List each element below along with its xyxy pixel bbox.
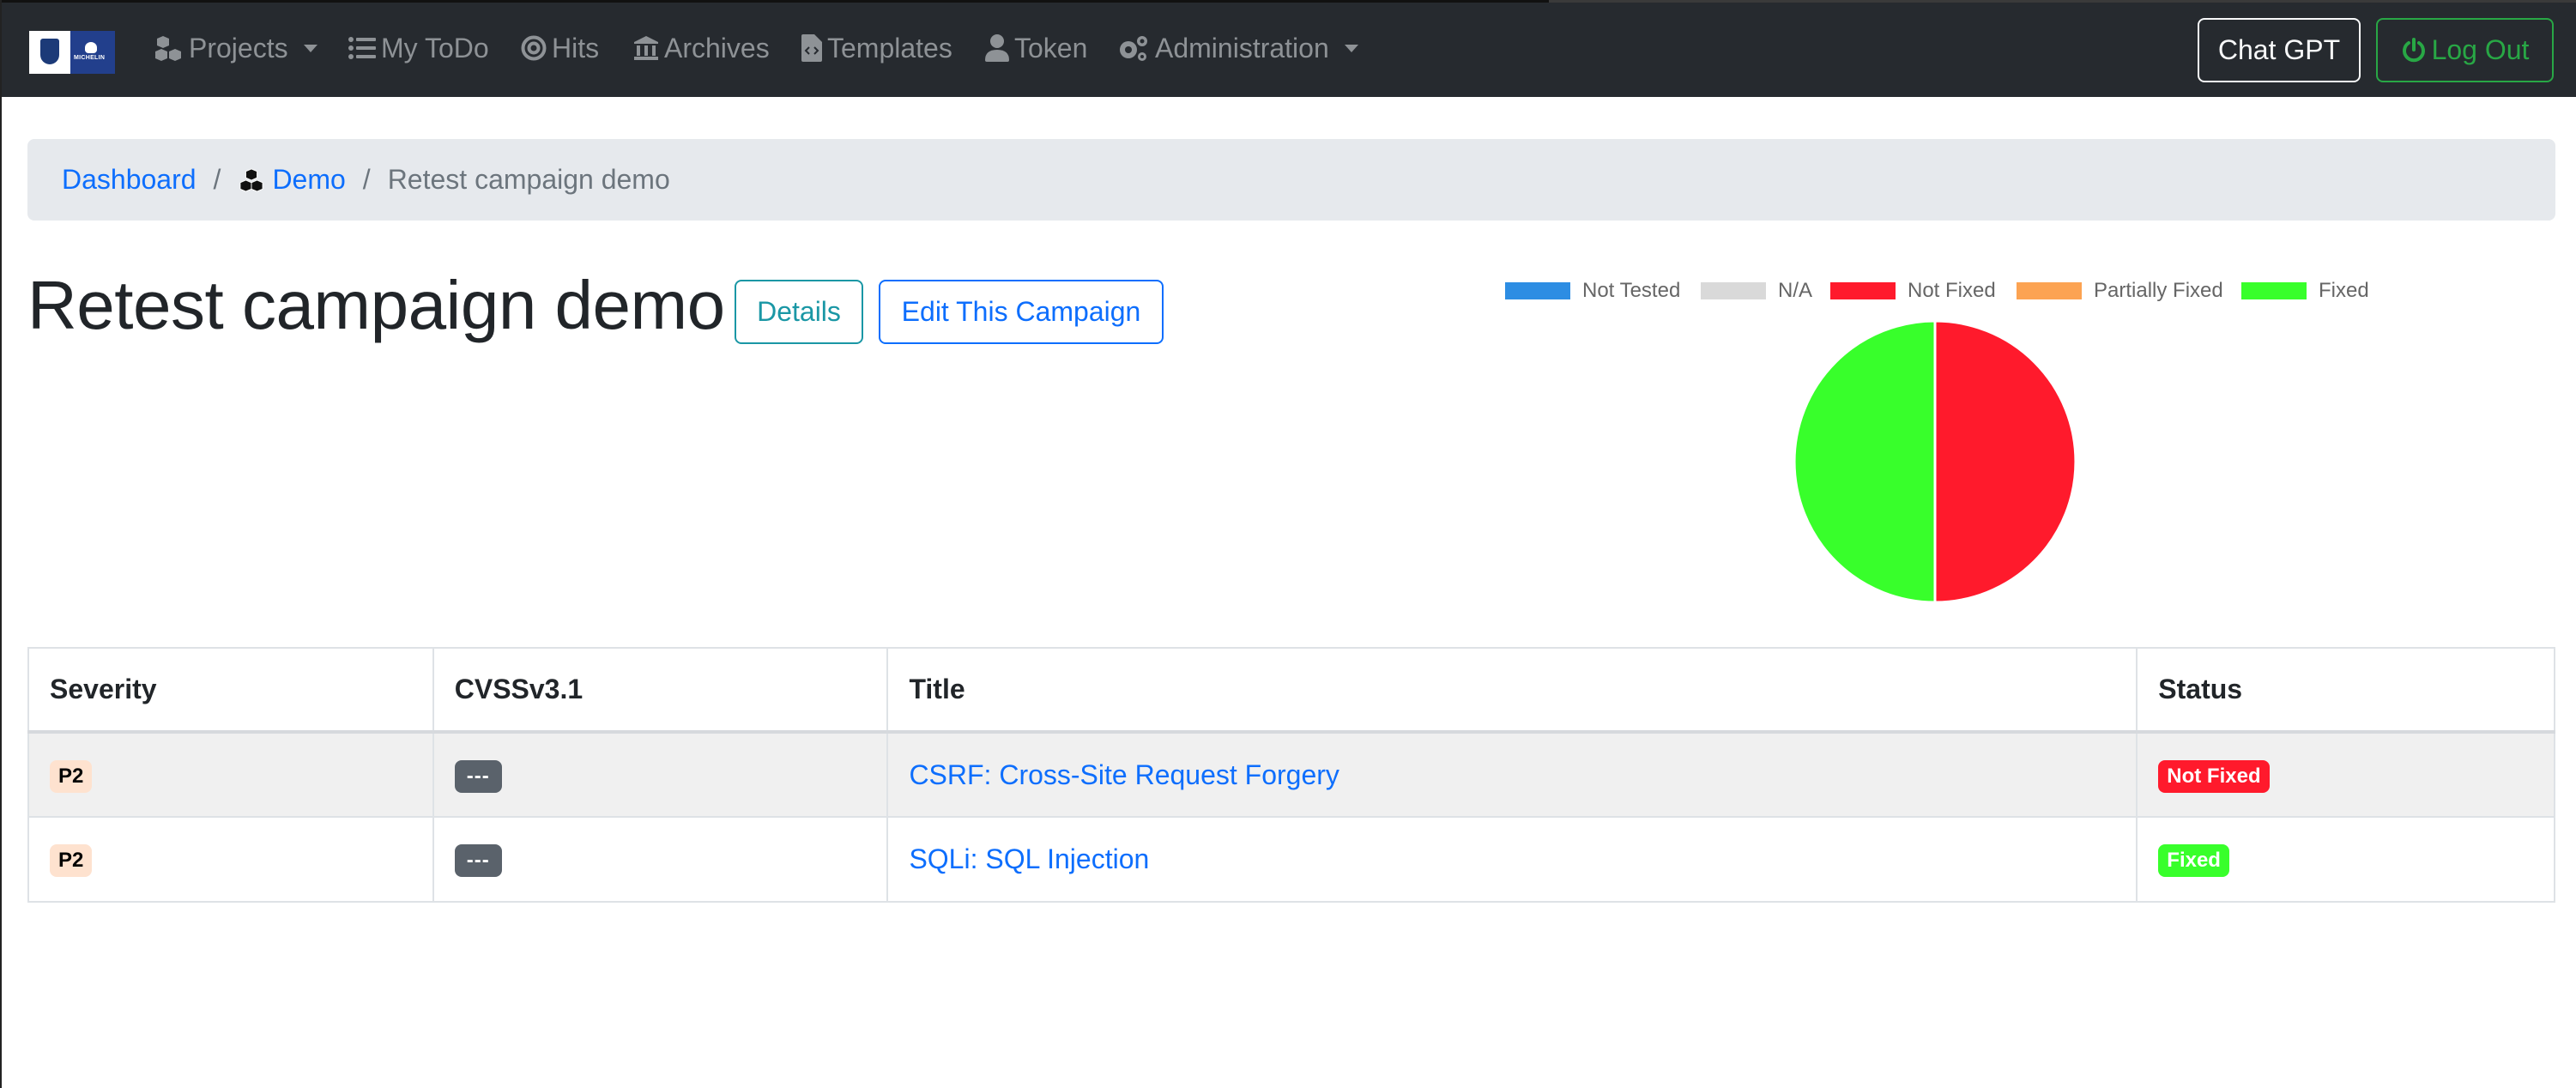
- power-icon: [2401, 37, 2427, 63]
- logout-label: Log Out: [2431, 34, 2530, 65]
- michelin-logo: MICHELIN: [70, 31, 115, 74]
- header-cvss[interactable]: CVSSv3.1: [432, 647, 889, 733]
- nav-archives-label: Archives: [664, 32, 770, 63]
- list-icon: [348, 36, 376, 60]
- file-code-icon: [801, 34, 822, 62]
- header-status[interactable]: Status: [2136, 647, 2555, 733]
- cell-severity: P2: [27, 816, 434, 903]
- window-top-strip: [0, 0, 2576, 3]
- breadcrumb: Dashboard / Demo / Retest campaign demo: [27, 139, 2555, 221]
- gears-icon: [1117, 34, 1150, 62]
- logout-button[interactable]: Log Out: [2376, 18, 2554, 82]
- breadcrumb-demo-label: Demo: [272, 164, 346, 195]
- table-row: P2 --- SQLi: SQL Injection Fixed: [27, 816, 2555, 903]
- nav-templates-label: Templates: [827, 32, 952, 63]
- nav-hits-label: Hits: [552, 32, 600, 63]
- breadcrumb-demo[interactable]: Demo: [238, 164, 346, 196]
- window-left-edge: [0, 0, 2, 1088]
- nav-hits[interactable]: Hits: [521, 29, 599, 67]
- severity-badge: P2: [50, 844, 93, 877]
- status-pie-chart: Not Tested N/A Not Fixed Partially Fixed Fix…: [1459, 266, 2369, 626]
- breadcrumb-separator: /: [362, 164, 371, 195]
- cvss-badge: ---: [454, 844, 502, 877]
- cell-title: CSRF: Cross-Site Request Forgery: [886, 731, 2138, 818]
- vulnerability-link[interactable]: CSRF: Cross-Site Request Forgery: [909, 759, 1339, 790]
- severity-badge: P2: [50, 759, 93, 793]
- cell-title: SQLi: SQL Injection: [886, 816, 2138, 903]
- breadcrumb-dashboard[interactable]: Dashboard: [62, 164, 197, 196]
- nav-templates[interactable]: Templates: [801, 29, 952, 67]
- nav-token-label: Token: [1014, 32, 1088, 63]
- brand-logo[interactable]: MICHELIN: [29, 31, 115, 74]
- nav-archives[interactable]: Archives: [633, 29, 770, 67]
- navbar: MICHELIN Projects My ToDo Hits Archives …: [0, 0, 2576, 97]
- header-severity[interactable]: Severity: [27, 647, 434, 733]
- table-header-row: Severity CVSSv3.1 Title Status: [27, 647, 2555, 733]
- chevron-down-icon: [1344, 44, 1358, 52]
- status-badge: Fixed: [2158, 844, 2229, 877]
- edit-campaign-button[interactable]: Edit This Campaign: [879, 280, 1164, 344]
- cell-status: Not Fixed: [2136, 731, 2555, 818]
- table-row: P2 --- CSRF: Cross-Site Request Forgery …: [27, 731, 2555, 818]
- pie-svg: [1793, 319, 2077, 604]
- nav-projects[interactable]: Projects: [154, 29, 317, 67]
- bullseye-icon: [521, 35, 547, 61]
- status-badge: Not Fixed: [2158, 759, 2270, 793]
- nav-administration-label: Administration: [1155, 32, 1329, 63]
- nav-token[interactable]: Token: [985, 29, 1087, 67]
- pie-slice-not-fixed[interactable]: [1933, 319, 2077, 604]
- breadcrumb-separator: /: [213, 164, 221, 195]
- user-icon: [985, 34, 1009, 62]
- pie-slice-fixed[interactable]: [1793, 319, 1937, 604]
- nav-my-todo[interactable]: My ToDo: [348, 29, 489, 67]
- cvss-badge: ---: [454, 759, 502, 793]
- vulnerabilities-table: Severity CVSSv3.1 Title Status P2 --- CS…: [27, 647, 2555, 903]
- bank-icon: [633, 35, 659, 61]
- nav-my-todo-label: My ToDo: [381, 32, 489, 63]
- cell-status: Fixed: [2136, 816, 2555, 903]
- cubes-icon: [238, 167, 265, 192]
- nav-projects-label: Projects: [189, 32, 288, 63]
- page-title: Retest campaign demo: [27, 267, 725, 343]
- nav-administration[interactable]: Administration: [1117, 29, 1358, 67]
- breadcrumb-current: Retest campaign demo: [387, 164, 670, 195]
- cyber-defense-logo: [29, 31, 70, 74]
- cell-cvss: ---: [432, 816, 889, 903]
- chat-gpt-button[interactable]: Chat GPT: [2198, 18, 2361, 82]
- vulnerability-link[interactable]: SQLi: SQL Injection: [909, 843, 1149, 874]
- header-title[interactable]: Title: [886, 647, 2138, 733]
- cubes-icon: [154, 35, 184, 61]
- cell-cvss: ---: [432, 731, 889, 818]
- chevron-down-icon: [303, 44, 317, 52]
- details-button[interactable]: Details: [735, 280, 863, 344]
- cell-severity: P2: [27, 731, 434, 818]
